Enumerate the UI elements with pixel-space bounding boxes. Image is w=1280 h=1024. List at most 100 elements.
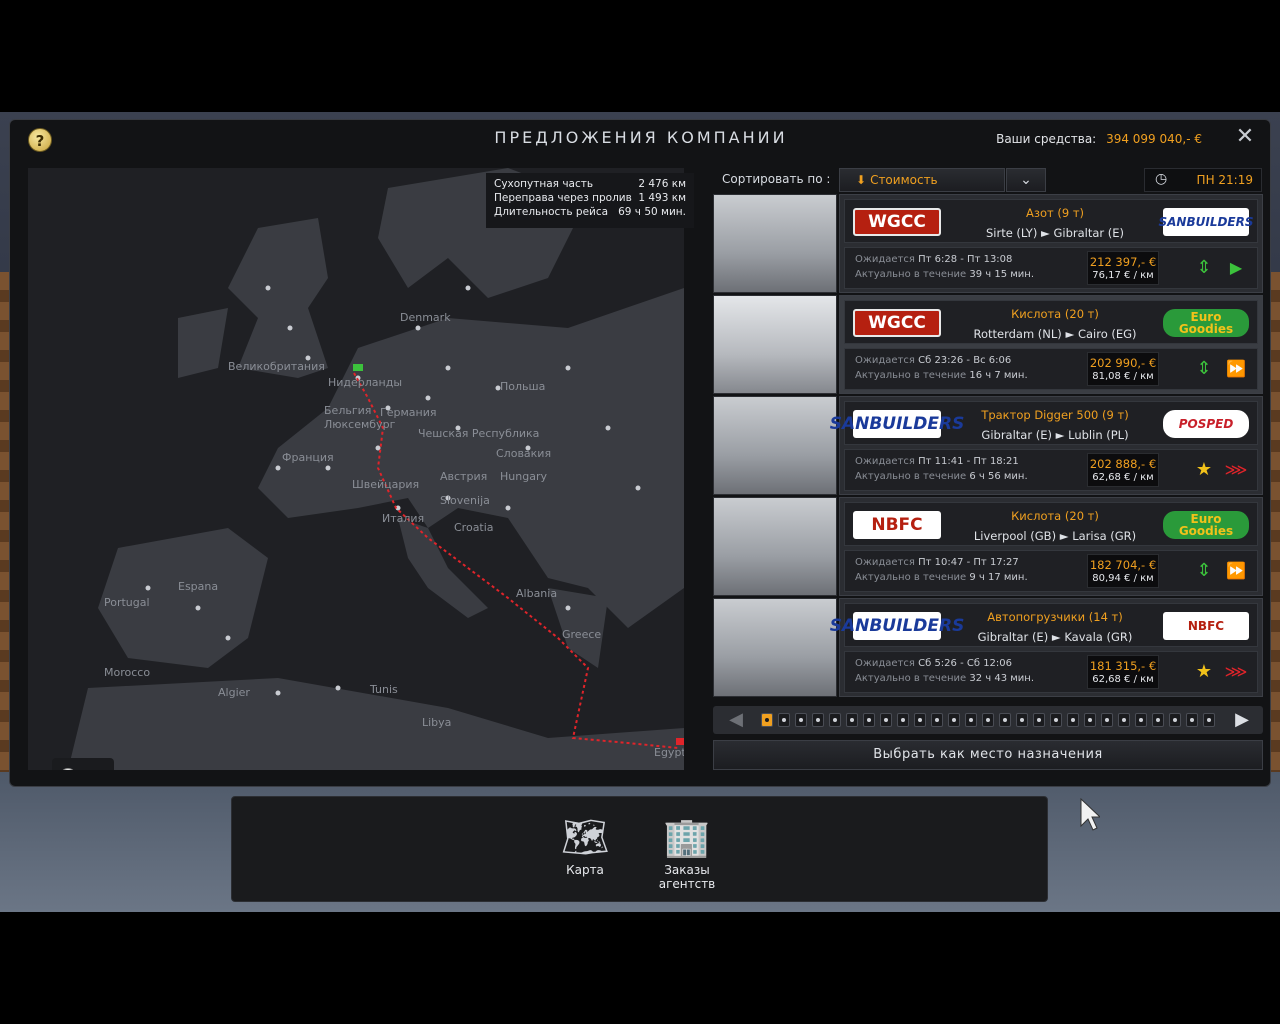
page-dot[interactable]	[1169, 713, 1181, 727]
page-dot[interactable]	[1152, 713, 1164, 727]
clock-time: ПН 21:19	[1196, 173, 1253, 187]
map-label: Италия	[382, 512, 425, 525]
page-dot[interactable]	[948, 713, 960, 727]
triple-arrow-icon[interactable]: ⋙	[1223, 459, 1249, 481]
star-icon[interactable]: ★	[1193, 661, 1215, 683]
source-company-logo: WGCC	[853, 208, 941, 236]
sort-dropdown-button[interactable]: ⌄	[1006, 168, 1046, 192]
valid-row: Актуально в течение 16 ч 7 мин.	[855, 370, 1028, 381]
page-dot[interactable]	[795, 713, 807, 727]
route-details-icon[interactable]: ⇕	[1193, 560, 1215, 582]
page-dot[interactable]	[1050, 713, 1062, 727]
play-icon[interactable]: ▶	[1223, 257, 1249, 279]
page-dot[interactable]	[829, 713, 841, 727]
agency-orders-button[interactable]: 🏢 Заказы агентств	[647, 811, 727, 891]
building-clock-icon: 🏢	[663, 815, 711, 859]
page-dot[interactable]	[1016, 713, 1028, 727]
map-button[interactable]: 🗺 Карта	[545, 811, 625, 877]
job-card[interactable]: NBFC Кислота (20 т) Liverpool (GB) ► Lar…	[839, 497, 1263, 596]
map-label: Portugal	[104, 596, 150, 609]
price-per-km: 76,17 € / км	[1092, 270, 1154, 281]
target-company-logo: Euro Goodies	[1163, 309, 1249, 337]
route-info-panel: Сухопутная часть 2 476 км Переправа через…	[486, 173, 694, 228]
star-icon[interactable]: ★	[1193, 459, 1215, 481]
job-card[interactable]: WGCC Кислота (20 т) Rotterdam (NL) ► Cai…	[839, 295, 1263, 394]
job-card[interactable]: SANBUILDERS Автопогрузчики (14 т) Gibral…	[830, 598, 1263, 697]
bottom-dock: 🗺 Карта 🏢 Заказы агентств	[231, 796, 1048, 902]
fast-forward-icon[interactable]: ⏩	[1223, 358, 1249, 380]
page-dot[interactable]	[965, 713, 977, 727]
page-dot[interactable]	[914, 713, 926, 727]
job-details: Ожидается Пт 11:41 - Пт 18:21 Актуально …	[844, 449, 1258, 491]
route-text: Rotterdam (NL) ► Cairo (EG)	[973, 327, 1137, 341]
route-map[interactable]: Denmark Великобритания Нидерланды Польша…	[28, 168, 684, 770]
sort-select[interactable]: ⬇ Стоимость	[839, 168, 1005, 192]
page-dot[interactable]	[1186, 713, 1198, 727]
clock-icon: ◷	[1155, 171, 1168, 187]
target-company-logo: SANBUILDERS	[1159, 208, 1254, 236]
page-dot[interactable]	[761, 713, 773, 727]
job-card[interactable]: SANBUILDERS Трактор Digger 500 (9 т) Gib…	[830, 396, 1263, 495]
page-dot[interactable]	[1203, 713, 1215, 727]
price-box: 181 315,- € 62,68 € / км	[1087, 655, 1159, 689]
next-page-button[interactable]: ▶	[1231, 709, 1253, 730]
map-label: Croatia	[454, 521, 494, 534]
map-label: Albania	[516, 587, 558, 600]
pagination: ◀ ▶	[713, 706, 1263, 734]
previous-page-button[interactable]: ◀	[725, 709, 747, 730]
job-offer-selected[interactable]: WGCC Кислота (20 т) Rotterdam (NL) ► Cai…	[713, 295, 1263, 396]
page-dot[interactable]	[812, 713, 824, 727]
page-dot[interactable]	[1118, 713, 1130, 727]
close-button[interactable]: ✕	[1234, 126, 1256, 148]
page-dot[interactable]	[778, 713, 790, 727]
route-text: Liverpool (GB) ► Larisa (GR)	[973, 529, 1137, 543]
route-info-row: Сухопутная часть 2 476 км	[494, 178, 686, 190]
job-offer[interactable]: WGCC Азот (9 т) Sirte (LY) ► Gibraltar (…	[713, 194, 1263, 295]
source-company-logo: SANBUILDERS	[830, 612, 964, 640]
map-controls[interactable]: ✥	[52, 758, 114, 770]
expected-row: Ожидается Сб 5:26 - Сб 12:06	[855, 658, 1013, 669]
price-per-km: 62,68 € / км	[1092, 674, 1154, 685]
page-dot[interactable]	[897, 713, 909, 727]
sort-arrow-icon: ⬇	[856, 173, 867, 187]
page-dot[interactable]	[1101, 713, 1113, 727]
map-label: Slovenija	[440, 494, 490, 507]
page-dot[interactable]	[1033, 713, 1045, 727]
job-card[interactable]: WGCC Азот (9 т) Sirte (LY) ► Gibraltar (…	[839, 194, 1263, 293]
funds-label: Ваши средства:	[996, 132, 1097, 146]
job-header: WGCC Азот (9 т) Sirte (LY) ► Gibraltar (…	[844, 199, 1258, 243]
job-header: SANBUILDERS Трактор Digger 500 (9 т) Gib…	[830, 401, 1258, 445]
valid-row: Актуально в течение 9 ч 17 мин.	[855, 572, 1028, 583]
map-label: Люксембург	[324, 418, 396, 431]
route-text: Gibraltar (E) ► Kavala (GR)	[977, 630, 1133, 644]
select-destination-button[interactable]: Выбрать как место назначения	[713, 740, 1263, 770]
mouse-icon	[60, 768, 76, 770]
page-dot[interactable]	[931, 713, 943, 727]
fast-forward-icon[interactable]: ⏩	[1223, 560, 1249, 582]
page-dot[interactable]	[846, 713, 858, 727]
route-details-icon[interactable]: ⇕	[1193, 257, 1215, 279]
target-company-logo: POSPED	[1163, 410, 1249, 438]
expected-row: Ожидается Сб 23:26 - Вс 6:06	[855, 355, 1012, 366]
page-dot[interactable]	[999, 713, 1011, 727]
page-dot[interactable]	[863, 713, 875, 727]
triple-arrow-icon[interactable]: ⋙	[1223, 661, 1249, 683]
expected-row: Ожидается Пт 6:28 - Пт 13:08	[855, 254, 1013, 265]
page-dot[interactable]	[880, 713, 892, 727]
map-label: Libya	[422, 716, 452, 729]
target-company-logo: NBFC	[1163, 612, 1249, 640]
page-dot[interactable]	[1067, 713, 1079, 727]
funds-display: Ваши средства: 394 099 040,- €	[996, 132, 1202, 146]
mouse-cursor-icon	[1080, 798, 1100, 831]
job-offer[interactable]: SANBUILDERS Трактор Digger 500 (9 т) Gib…	[713, 396, 1263, 497]
page-dot[interactable]	[982, 713, 994, 727]
route-text: Sirte (LY) ► Gibraltar (E)	[985, 226, 1125, 240]
job-offer[interactable]: NBFC Кислота (20 т) Liverpool (GB) ► Lar…	[713, 497, 1263, 598]
job-offer[interactable]: SANBUILDERS Автопогрузчики (14 т) Gibral…	[713, 598, 1263, 699]
europe-map-icon: 🗺	[560, 815, 610, 859]
price: 202 990,- €	[1089, 356, 1157, 370]
page-dot[interactable]	[1084, 713, 1096, 727]
page-dot[interactable]	[1135, 713, 1147, 727]
map-label: Бельгия	[324, 404, 372, 417]
route-details-icon[interactable]: ⇕	[1193, 358, 1215, 380]
